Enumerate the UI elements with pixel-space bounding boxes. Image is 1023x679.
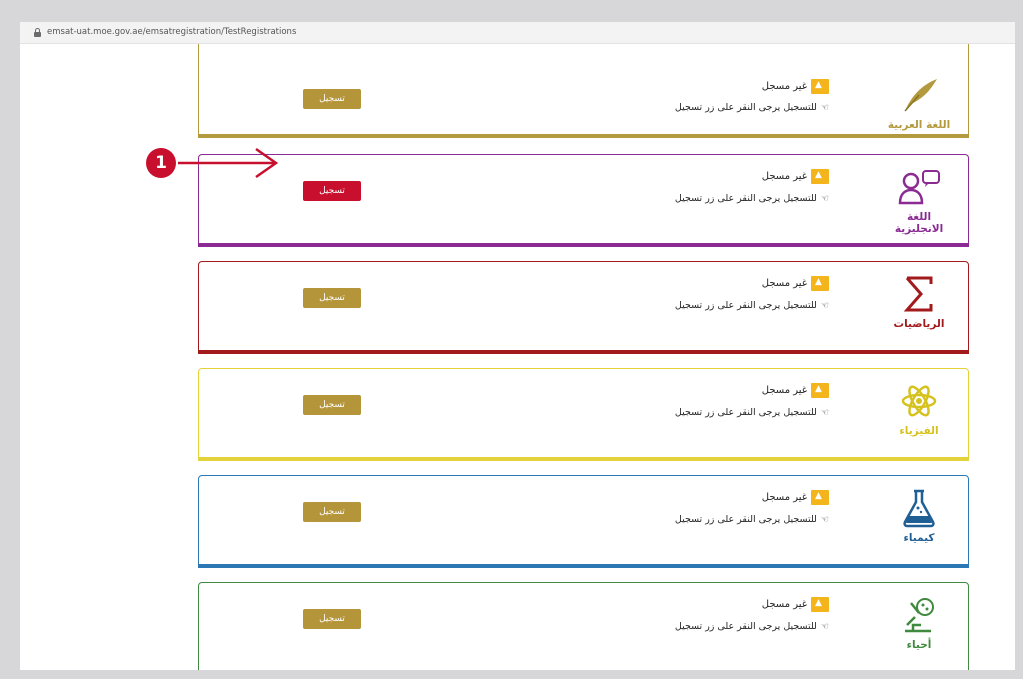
hint-text: للتسجيل يرجى النقر على زر تسجيل [674,300,817,311]
pointer-hand-icon: ☜ [820,300,829,311]
subject-physics: الفيزياء [884,381,954,437]
register-button-biology[interactable]: تسجيل [303,609,361,629]
hint-text: للتسجيل يرجى النقر على زر تسجيل [674,193,817,204]
subject-name: الفيزياء [899,425,939,437]
subject-arabic: اللغة العربية [884,75,954,131]
url-text[interactable]: emsat-uat.moe.gov.ae/emsatregistration/T… [47,27,296,37]
status-row: غير مسجل [762,597,829,612]
hint-row: للتسجيل يرجى النقر على زر تسجيل ☜ [675,300,829,311]
register-button-arabic[interactable]: تسجيل [303,89,361,109]
subject-name: اللغة الانجليزية [894,211,944,235]
status-row: غير مسجل [762,383,829,398]
callout-arrow-icon [178,147,279,179]
hint-text: للتسجيل يرجى النقر على زر تسجيل [674,407,817,418]
status-row: غير مسجل [762,490,829,505]
warning-icon [811,169,829,184]
subject-name: أحياء [906,639,932,651]
lock-icon [34,28,41,37]
subject-english: اللغة الانجليزية [884,167,954,235]
status-label: غير مسجل [761,278,807,289]
warning-icon [811,276,829,291]
page-content: تسجيل غير مسجل للتسجيل يرجى النقر على زر… [20,44,1015,670]
hint-text: للتسجيل يرجى النقر على زر تسجيل [674,514,817,525]
pointer-hand-icon: ☜ [820,514,829,525]
register-button-english[interactable]: تسجيل [303,181,361,201]
subject-card-biology: تسجيل غير مسجل للتسجيل يرجى النقر على زر… [198,582,969,670]
speaker-hello-icon [898,170,940,205]
subject-name: كيمياء [903,532,935,544]
pointer-hand-icon: ☜ [820,102,829,113]
register-button-physics[interactable]: تسجيل [303,395,361,415]
status-row: غير مسجل [762,169,829,184]
atom-icon [901,385,937,417]
status-label: غير مسجل [761,81,807,92]
hint-text: للتسجيل يرجى النقر على زر تسجيل [674,621,817,632]
subject-card-physics: تسجيل غير مسجل للتسجيل يرجى النقر على زر… [198,368,969,461]
hint-row: للتسجيل يرجى النقر على زر تسجيل ☜ [675,407,829,418]
status-label: غير مسجل [761,385,807,396]
status-label: غير مسجل [761,492,807,503]
status-row: غير مسجل [762,79,829,94]
subject-card-english: تسجيل غير مسجل للتسجيل يرجى النقر على زر… [198,154,969,247]
subject-math: الرياضيات [884,274,954,330]
pointer-hand-icon: ☜ [820,193,829,204]
warning-icon [811,597,829,612]
hint-row: للتسجيل يرجى النقر على زر تسجيل ☜ [675,514,829,525]
sigma-icon [903,276,933,312]
pointer-hand-icon: ☜ [820,407,829,418]
hint-row: للتسجيل يرجى النقر على زر تسجيل ☜ [675,621,829,632]
pointer-hand-icon: ☜ [820,621,829,632]
status-row: غير مسجل [762,276,829,291]
subject-card-arabic: تسجيل غير مسجل للتسجيل يرجى النقر على زر… [198,44,969,138]
registration-list: تسجيل غير مسجل للتسجيل يرجى النقر على زر… [198,44,969,670]
subject-name: اللغة العربية [887,119,951,131]
subject-biology: أحياء [884,595,954,651]
microscope-icon [905,598,934,633]
status-label: غير مسجل [761,599,807,610]
warning-icon [811,490,829,505]
warning-icon [811,79,829,94]
subject-card-math: تسجيل غير مسجل للتسجيل يرجى النقر على زر… [198,261,969,354]
register-button-chemistry[interactable]: تسجيل [303,502,361,522]
status-label: غير مسجل [761,171,807,182]
quill-icon [904,79,937,112]
subject-chemistry: كيمياء [884,488,954,544]
hint-text: للتسجيل يرجى النقر على زر تسجيل [674,102,817,113]
register-button-math[interactable]: تسجيل [303,288,361,308]
hint-row: للتسجيل يرجى النقر على زر تسجيل ☜ [675,102,829,113]
warning-icon [811,383,829,398]
address-bar[interactable]: emsat-uat.moe.gov.ae/emsatregistration/T… [20,22,1015,44]
hint-row: للتسجيل يرجى النقر على زر تسجيل ☜ [675,193,829,204]
browser-frame: emsat-uat.moe.gov.ae/emsatregistration/T… [20,22,1015,670]
subject-name: الرياضيات [893,318,945,330]
subject-card-chemistry: تسجيل غير مسجل للتسجيل يرجى النقر على زر… [198,475,969,568]
flask-icon [903,489,935,528]
callout-number-badge: 1 [146,148,176,178]
